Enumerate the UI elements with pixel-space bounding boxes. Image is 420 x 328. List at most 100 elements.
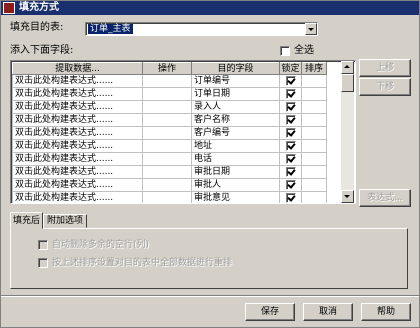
source-expression-cell[interactable]: 双击此处构建表达式......: [12, 165, 143, 179]
table-row[interactable]: 双击此处构建表达式...... 客户名称: [12, 113, 327, 127]
source-expression-cell[interactable]: 双击此处构建表达式......: [12, 191, 143, 203]
operation-cell[interactable]: [142, 178, 192, 192]
table-row[interactable]: 双击此处构建表达式...... 审批意见: [12, 191, 327, 203]
column-header-sort[interactable]: 排序: [301, 62, 327, 75]
sort-cell[interactable]: [301, 87, 327, 101]
title-bar[interactable]: 填充方式: [1, 1, 419, 15]
target-table-select[interactable]: 订单_主表: [85, 22, 318, 36]
target-field-cell[interactable]: 客户编号: [191, 126, 280, 140]
operation-cell[interactable]: [142, 113, 192, 127]
locked-cell[interactable]: [279, 178, 302, 192]
expression-button[interactable]: 表达式...: [359, 189, 411, 207]
source-expression-cell[interactable]: 双击此处构建表达式......: [12, 126, 143, 140]
locked-checkbox[interactable]: [285, 101, 296, 112]
source-expression-cell[interactable]: 双击此处构建表达式......: [12, 100, 143, 114]
target-field-cell[interactable]: 订单日期: [191, 87, 280, 101]
table-row[interactable]: 双击此处构建表达式...... 录入人: [12, 100, 327, 114]
source-expression-cell[interactable]: 双击此处构建表达式......: [12, 87, 143, 101]
sort-cell[interactable]: [301, 139, 327, 153]
locked-checkbox[interactable]: [285, 179, 296, 190]
target-table-label: 填充目的表:: [10, 22, 64, 33]
grid-scrollbar[interactable]: [341, 61, 354, 203]
target-field-cell[interactable]: 地址: [191, 139, 280, 153]
target-field-cell[interactable]: 审批意见: [191, 191, 280, 203]
column-header-locked[interactable]: 锁定: [279, 62, 302, 75]
source-expression-cell[interactable]: 双击此处构建表达式......: [12, 139, 143, 153]
fields-label: 添入下面字段:: [10, 45, 74, 56]
select-all-checkbox[interactable]: [280, 46, 290, 56]
window-title: 填充方式: [19, 2, 59, 13]
sort-cell[interactable]: [301, 126, 327, 140]
operation-cell[interactable]: [142, 139, 192, 153]
target-field-cell[interactable]: 客户名称: [191, 113, 280, 127]
locked-cell[interactable]: [279, 152, 302, 166]
table-row[interactable]: 双击此处构建表达式...... 地址: [12, 139, 327, 153]
sort-cell[interactable]: [301, 165, 327, 179]
sort-cell[interactable]: [301, 191, 327, 203]
sort-cell[interactable]: [301, 74, 327, 88]
chevron-down-icon[interactable]: [305, 23, 317, 35]
move-up-button[interactable]: 上移: [359, 59, 411, 77]
sort-cell[interactable]: [301, 152, 327, 166]
column-header-target-field[interactable]: 目的字段: [191, 62, 280, 75]
source-expression-cell[interactable]: 双击此处构建表达式......: [12, 74, 143, 88]
table-row[interactable]: 双击此处构建表达式...... 电话: [12, 152, 327, 166]
locked-checkbox[interactable]: [285, 127, 296, 138]
locked-cell[interactable]: [279, 126, 302, 140]
sort-cell[interactable]: [301, 100, 327, 114]
operation-cell[interactable]: [142, 87, 192, 101]
table-row[interactable]: 双击此处构建表达式...... 客户编号: [12, 126, 327, 140]
table-row[interactable]: 双击此处构建表达式...... 订单日期: [12, 87, 327, 101]
auto-delete-empty-label: 自动删除多余的空行(列): [52, 240, 150, 250]
table-row[interactable]: 双击此处构建表达式...... 审批日期: [12, 165, 327, 179]
target-field-cell[interactable]: 审批日期: [191, 165, 280, 179]
tab-after-fill[interactable]: 填充后: [10, 212, 43, 229]
table-row[interactable]: 双击此处构建表达式...... 审批人: [12, 178, 327, 192]
locked-checkbox[interactable]: [285, 114, 296, 125]
operation-cell[interactable]: [142, 191, 192, 203]
help-button[interactable]: 帮助: [361, 303, 411, 321]
target-field-cell[interactable]: 订单编号: [191, 74, 280, 88]
locked-checkbox[interactable]: [285, 88, 296, 99]
table-row[interactable]: 双击此处构建表达式...... 订单编号: [12, 74, 327, 88]
operation-cell[interactable]: [142, 74, 192, 88]
locked-cell[interactable]: [279, 139, 302, 153]
locked-checkbox[interactable]: [285, 140, 296, 151]
locked-cell[interactable]: [279, 191, 302, 203]
sort-cell[interactable]: [301, 113, 327, 127]
scroll-thumb[interactable]: [341, 74, 354, 92]
column-header-source[interactable]: 提取数据...: [12, 62, 143, 75]
locked-checkbox[interactable]: [285, 192, 296, 203]
source-expression-cell[interactable]: 双击此处构建表达式......: [12, 152, 143, 166]
save-button[interactable]: 保存: [245, 303, 295, 321]
resort-target-checkbox[interactable]: [38, 258, 48, 268]
operation-cell[interactable]: [142, 100, 192, 114]
locked-checkbox[interactable]: [285, 166, 296, 177]
target-field-cell[interactable]: 录入人: [191, 100, 280, 114]
footer-divider: [1, 295, 419, 297]
operation-cell[interactable]: [142, 152, 192, 166]
target-field-cell[interactable]: 电话: [191, 152, 280, 166]
locked-cell[interactable]: [279, 74, 302, 88]
locked-checkbox[interactable]: [285, 153, 296, 164]
scroll-up-icon[interactable]: [341, 61, 354, 74]
cancel-button[interactable]: 取消: [303, 303, 353, 321]
move-down-button[interactable]: 下移: [359, 78, 411, 96]
sort-cell[interactable]: [301, 178, 327, 192]
operation-cell[interactable]: [142, 165, 192, 179]
scroll-down-icon[interactable]: [341, 190, 354, 203]
source-expression-cell[interactable]: 双击此处构建表达式......: [12, 178, 143, 192]
locked-checkbox[interactable]: [285, 75, 296, 86]
locked-cell[interactable]: [279, 87, 302, 101]
auto-delete-empty-checkbox[interactable]: [38, 240, 48, 250]
column-header-operation[interactable]: 操作: [142, 62, 192, 75]
operation-cell[interactable]: [142, 126, 192, 140]
dialog-window: 填充方式 填充目的表: 订单_主表 添入下面字段: 全选 提取数据... 操作 …: [0, 0, 420, 328]
source-expression-cell[interactable]: 双击此处构建表达式......: [12, 113, 143, 127]
target-field-cell[interactable]: 审批人: [191, 178, 280, 192]
locked-cell[interactable]: [279, 113, 302, 127]
tab-extra-options[interactable]: 附加选项: [43, 214, 87, 228]
locked-cell[interactable]: [279, 100, 302, 114]
select-all-label: 全选: [294, 45, 314, 56]
locked-cell[interactable]: [279, 165, 302, 179]
